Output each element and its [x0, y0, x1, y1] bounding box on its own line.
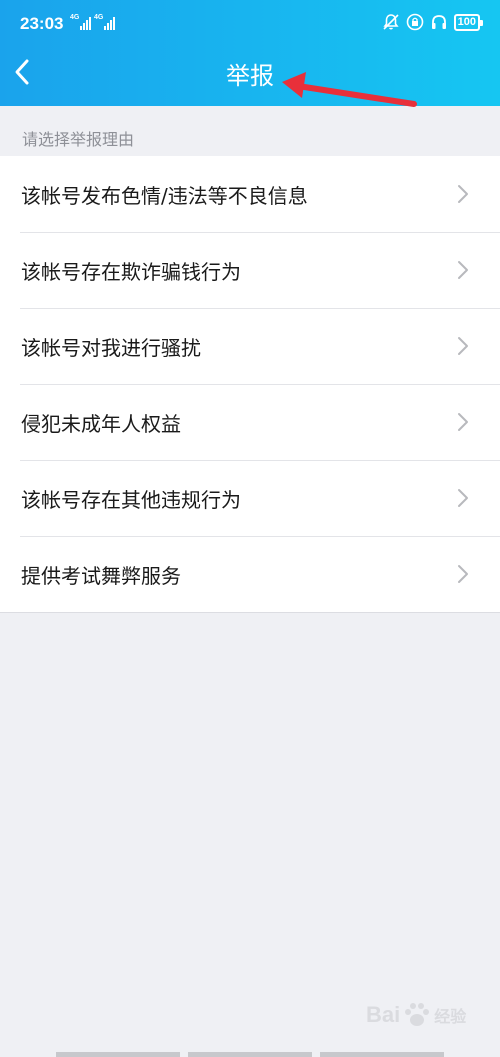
chevron-right-icon	[458, 261, 468, 279]
watermark-brand: Bai	[366, 1002, 401, 1027]
report-reason-label: 该帐号对我进行骚扰	[21, 335, 201, 360]
muted-bell-icon	[383, 14, 399, 30]
report-reason-label: 该帐号存在其他违规行为	[21, 487, 241, 512]
annotation-arrow-icon	[282, 72, 417, 107]
signal-1-network-label: 4G	[70, 14, 80, 21]
chevron-right-icon	[458, 565, 468, 583]
signal-2-icon: 4G	[94, 14, 116, 30]
chevron-right-icon	[458, 185, 468, 203]
report-reason-label: 侵犯未成年人权益	[21, 411, 181, 436]
signal-1-icon: 4G	[70, 14, 92, 30]
status-icons: 100	[382, 13, 484, 31]
report-reason-label: 提供考试舞弊服务	[21, 563, 181, 588]
bottom-navigation-hint	[56, 1052, 444, 1057]
report-reason-list: 该帐号发布色情/违法等不良信息 该帐号存在欺诈骗钱行为 该帐号对我进行骚扰 侵犯…	[0, 156, 500, 613]
report-reason-item[interactable]: 该帐号存在欺诈骗钱行为	[0, 232, 500, 308]
headphones-icon	[431, 15, 446, 29]
signal-2-network-label: 4G	[94, 14, 104, 21]
section-header: 请选择举报理由	[22, 130, 135, 149]
chevron-right-icon	[458, 337, 468, 355]
status-time: 23:03	[20, 14, 64, 33]
chevron-right-icon	[458, 489, 468, 507]
watermark-sub: 经验	[434, 1007, 467, 1026]
report-reason-item[interactable]: 侵犯未成年人权益	[0, 384, 500, 460]
report-reason-item[interactable]: 提供考试舞弊服务	[0, 536, 500, 612]
chevron-right-icon	[458, 413, 468, 431]
chevron-left-icon	[15, 59, 29, 85]
status-bar: 23:03 4G 4G 100	[0, 0, 500, 46]
lock-circle-icon	[406, 13, 423, 31]
battery-indicator: 100	[453, 13, 484, 31]
report-reason-item[interactable]: 该帐号存在其他违规行为	[0, 460, 500, 536]
back-button[interactable]	[6, 54, 38, 90]
report-reason-item[interactable]: 该帐号发布色情/违法等不良信息	[0, 156, 500, 232]
report-reason-label: 该帐号存在欺诈骗钱行为	[21, 259, 241, 284]
report-reason-item[interactable]: 该帐号对我进行骚扰	[0, 308, 500, 384]
report-reason-label: 该帐号发布色情/违法等不良信息	[21, 183, 308, 208]
paw-logo-icon	[405, 1003, 430, 1026]
watermark: Bai 经验	[366, 995, 486, 1035]
